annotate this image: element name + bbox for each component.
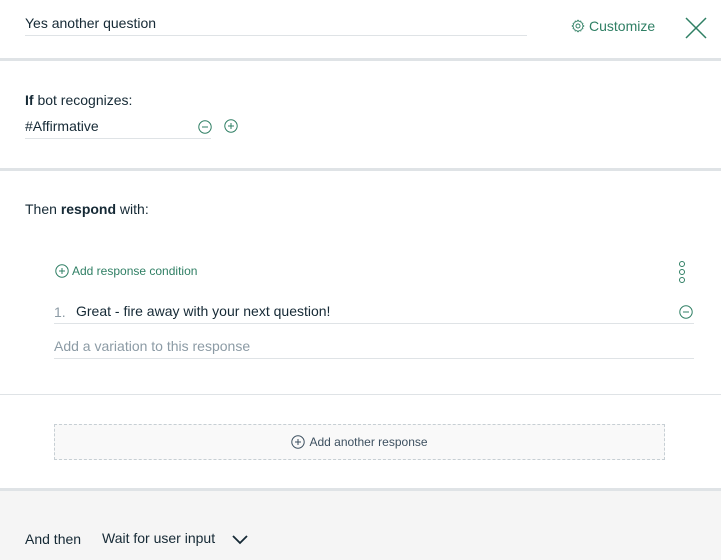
plus-circle-icon [55,264,69,278]
condition-heading: If bot recognizes: [25,92,133,108]
chevron-down-icon[interactable] [231,533,249,545]
remove-response-icon[interactable] [679,305,693,319]
and-then-label: And then [25,531,82,547]
add-variation-input[interactable]: Add a variation to this response [54,336,694,359]
add-condition-icon[interactable] [224,119,238,133]
add-response-condition-button[interactable]: Add response condition [55,264,197,278]
next-step-select[interactable]: Wait for user input [102,530,215,546]
node-header: Yes another question Customize [0,0,721,60]
add-another-response-button[interactable]: Add another response [54,424,665,460]
section-divider [0,168,721,171]
add-response-condition-label: Add response condition [72,264,198,278]
response-heading: Then respond with: [25,201,149,217]
section-divider [0,394,721,395]
plus-circle-icon [291,435,306,449]
remove-condition-icon[interactable] [198,120,212,134]
response-item[interactable]: 1. Great - fire away with your next ques… [54,300,694,324]
customize-label: Customize [589,18,656,34]
section-divider [0,58,721,61]
response-number: 1. [54,304,66,320]
close-icon[interactable] [683,15,709,41]
customize-button[interactable]: Customize [571,18,655,34]
node-name-input[interactable]: Yes another question [25,14,527,36]
and-then-footer: And then Wait for user input [0,491,721,560]
condition-input[interactable]: #Affirmative [25,118,211,139]
add-another-response-label: Add another response [309,435,428,449]
response-text[interactable]: Great - fire away with your next questio… [76,303,330,319]
gear-icon [571,19,585,33]
more-options-icon[interactable] [677,260,687,284]
